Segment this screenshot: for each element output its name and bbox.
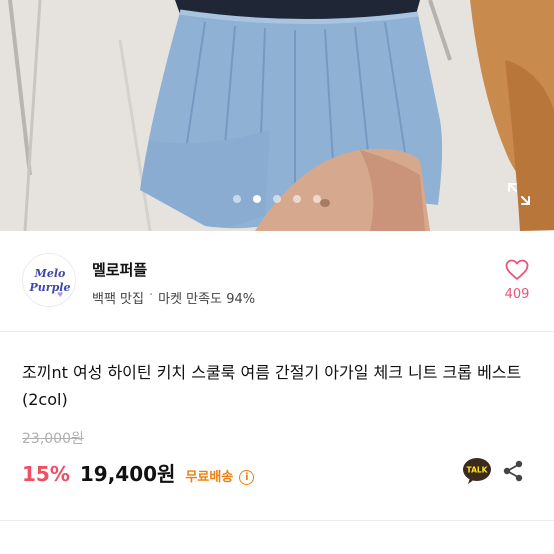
share-icon[interactable] [501,459,525,483]
seller-name[interactable]: 멜로퍼플 [92,259,147,280]
product-image[interactable] [0,0,554,231]
heart-outline-icon[interactable] [505,259,529,281]
like-count: 409 [504,287,530,302]
free-shipping-label: 무료배송 [185,470,234,485]
original-price: 23,000원 [22,431,84,447]
gallery-dot[interactable] [313,195,321,203]
sale-price: 19,400원 [79,462,176,486]
expand-icon[interactable] [506,181,532,207]
price-row: 15% 19,400원 무료배송 i [22,458,255,487]
seller-satisfaction: 마켓 만족도 94% [158,292,256,307]
heart-icon: ♥ [57,291,64,299]
gallery-dot-active[interactable] [253,195,261,203]
kakaotalk-icon[interactable]: TALK [462,457,492,485]
seller-badge: 백팩 맛집 [92,292,144,307]
logo-text-line1: Melo [34,267,66,280]
discount-rate: 15% [22,462,70,486]
gallery-dot[interactable] [233,195,241,203]
seller-section[interactable]: Melo Purple ♥ 멜로퍼플 백팩 맛집 · 마켓 만족도 94% 40… [0,231,554,331]
gallery-pagination [0,195,554,203]
info-icon[interactable]: i [239,470,255,485]
logo-text-line2: Purple [29,281,71,294]
meta-separator: · [148,288,154,303]
divider [0,331,554,332]
seller-meta: 백팩 맛집 · 마켓 만족도 94% [92,288,255,307]
gallery-dot[interactable] [273,195,281,203]
svg-text:TALK: TALK [467,466,489,475]
seller-logo[interactable]: Melo Purple ♥ [22,253,76,307]
product-title: 조끼nt 여성 하이틴 키치 스쿨룩 여름 간절기 아가일 체크 니트 크롭 베… [22,363,522,409]
next-section-strip [0,521,554,554]
gallery-dot[interactable] [293,195,301,203]
